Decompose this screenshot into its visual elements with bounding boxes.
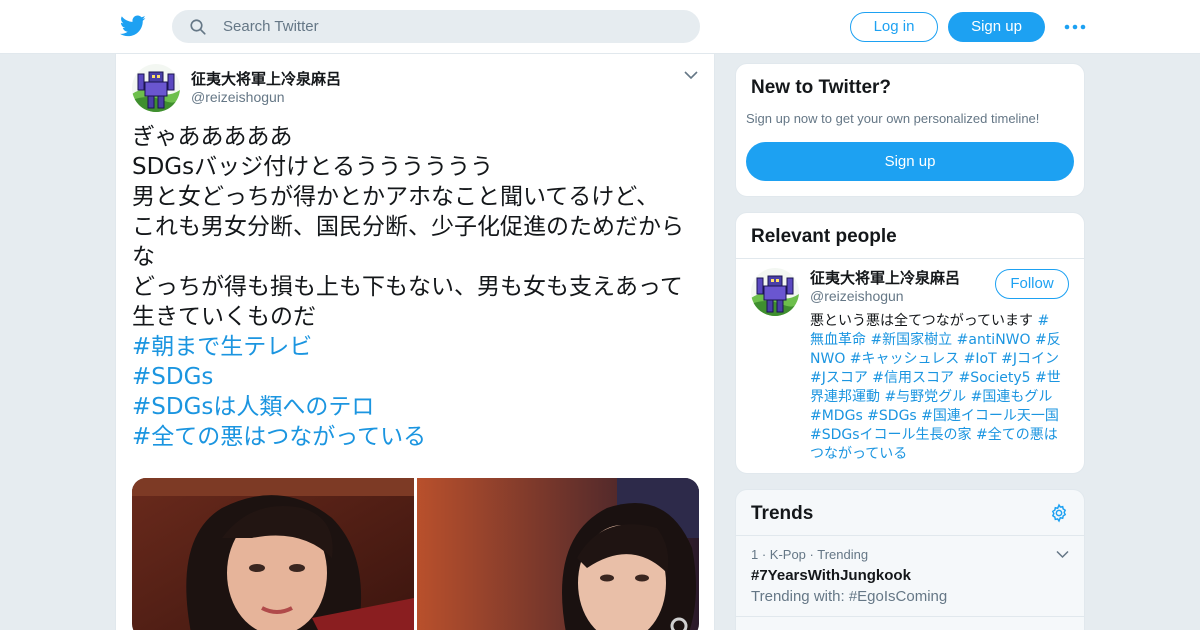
tweet-text-line: な [132,244,155,270]
divider [736,258,1084,259]
tweet-media[interactable] [132,478,699,630]
person-bio: 悪という悪は全てつながっています # 無血革命 #新国家樹立 #antiNWO #… [810,312,1072,464]
bio-hashtag-link[interactable]: #SDGsイコール生長の家 #全ての悪は [810,427,1058,443]
new-to-twitter-card: New to Twitter? Sign up now to get your … [735,63,1085,197]
bio-line: 悪という悪は全てつながっています # [810,312,1072,331]
card-subtitle: Sign up now to get your own personalized… [746,111,1040,126]
signup-button[interactable]: Sign up [948,12,1045,42]
signup-button-large[interactable]: Sign up [746,142,1074,181]
follow-button[interactable]: Follow [995,269,1069,299]
person-handle[interactable]: @reizeishogun [810,288,904,304]
bio-hashtag-link[interactable]: #MDGs #SDGs #国連イコール天一国 [810,408,1059,424]
tweet-author-name[interactable]: 征夷大将軍上冷泉麻呂 [191,68,341,89]
robot-avatar-icon [751,268,799,316]
bio-hashtag-link[interactable]: NWO #キャッシュレス #IoT #Jコイン [810,351,1059,367]
bio-hashtag-link[interactable]: #Jスコア #信用スコア #Society5 #世 [810,370,1061,386]
card-title: New to Twitter? [751,77,892,98]
hashtag-link[interactable]: #全ての悪はつながっている [132,422,702,452]
bio-line: #MDGs #SDGs #国連イコール天一国 [810,407,1072,426]
bio-line: #Jスコア #信用スコア #Society5 #世 [810,369,1072,388]
hashtag-link[interactable]: #SDGs [132,362,702,392]
bio-line: #SDGsイコール生長の家 #全ての悪は [810,426,1072,445]
tweet-text: ぎゃあああああ SDGsバッジ付けとるうううううう 男と女どっちが得かとかアホな… [132,122,702,452]
divider [736,535,1084,536]
gear-icon[interactable] [1049,503,1069,523]
tweet-text-line: ぎゃあああああ [132,124,293,150]
search-icon [190,19,206,35]
bio-line: つながっている [810,445,1072,464]
card-title: Relevant people [751,226,897,247]
tweet-text-line: これも男女分断、国民分断、少子化促進のためだから [132,214,684,240]
bio-hashtag-link[interactable]: つながっている [810,446,907,462]
more-options-icon[interactable] [1063,18,1087,36]
trend-related: Trending with: #EgoIsComing [751,588,948,605]
chevron-down-icon[interactable] [1056,550,1069,559]
search-input[interactable] [223,11,683,42]
trend-meta: 1 · K-Pop · Trending [751,547,869,562]
avatar[interactable] [751,268,799,316]
trends-header: Trends [736,490,1084,535]
relevant-people-card: Relevant people 征夷大将軍上冷泉麻呂 @reizeishogun… [735,212,1085,474]
tweet-photo-left[interactable] [132,478,414,630]
robot-avatar-icon [132,64,180,112]
tweet-text-line: どっちが得も損も上も下もない、男も女も支えあって [132,274,683,300]
bio-line: NWO #キャッシュレス #IoT #Jコイン [810,350,1072,369]
tweet-text-line: 生きていくものだ [132,304,316,330]
person-name[interactable]: 征夷大将軍上冷泉麻呂 [810,267,960,288]
tweet-photo-right[interactable] [417,478,699,630]
bio-text: 悪という悪は全てつながっています [810,313,1038,329]
divider [736,616,1084,617]
login-button[interactable]: Log in [850,12,938,42]
bio-hashtag-link[interactable]: 無血革命 #新国家樹立 #antiNWO #反 [810,332,1061,348]
hashtag-link[interactable]: #SDGsは人類へのテロ [132,392,702,422]
avatar[interactable] [132,64,180,112]
trends-card: Trends 1 · K-Pop · Trending #7YearsWithJ… [735,489,1085,630]
tweet-author-handle[interactable]: @reizeishogun [191,89,285,105]
twitter-bird-logo-icon[interactable] [119,13,147,39]
chevron-down-icon[interactable] [684,70,698,80]
bio-hashtag-link[interactable]: 界連邦運動 #与野党グル #国連もグル [810,389,1052,405]
tweet-text-line: 男と女どっちが得かとかアホなこと聞いてるけど、 [132,184,660,210]
bio-line: 界連邦運動 #与野党グル #国連もグル [810,388,1072,407]
trend-link[interactable]: #7YearsWithJungkook [751,567,911,584]
bio-line: 無血革命 #新国家樹立 #antiNWO #反 [810,331,1072,350]
tweet-text-line: SDGsバッジ付けとるうううううう [132,154,494,180]
card-title: Trends [751,503,814,524]
hashtag-link[interactable]: #朝まで生テレビ [132,332,702,362]
bio-hashtag-link[interactable]: # [1037,313,1049,329]
tweet-card: 征夷大将軍上冷泉麻呂 @reizeishogun ぎゃあああああ SDGsバッジ… [115,54,715,630]
top-navigation-bar: Log in Sign up [0,0,1200,54]
search-box[interactable] [172,10,700,43]
